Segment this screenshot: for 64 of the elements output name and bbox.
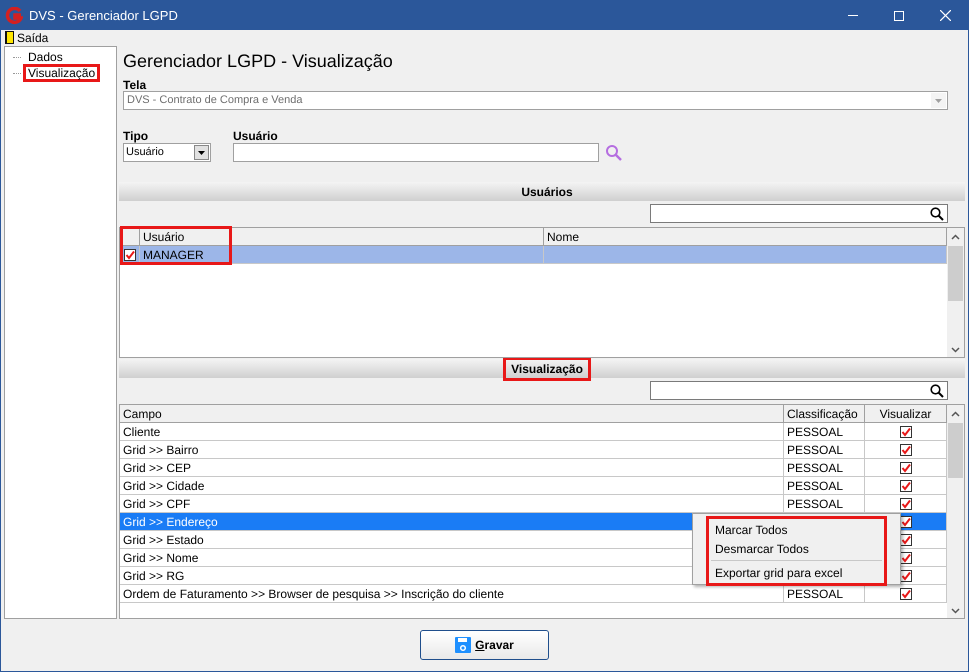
table-cell: Cliente bbox=[120, 423, 784, 440]
grid-row[interactable]: Cliente PESSOAL bbox=[120, 423, 947, 441]
scrollbar[interactable] bbox=[947, 405, 964, 618]
maximize-icon bbox=[894, 10, 904, 20]
checked-checkbox[interactable] bbox=[900, 462, 912, 474]
checked-checkbox[interactable] bbox=[900, 534, 912, 546]
search-field[interactable] bbox=[650, 381, 948, 400]
table-cell: PESSOAL bbox=[784, 495, 865, 512]
section-title: Visualização bbox=[503, 356, 591, 380]
checked-checkbox[interactable] bbox=[900, 426, 912, 438]
grid-row[interactable]: MANAGER bbox=[120, 246, 947, 264]
scroll-up-icon bbox=[951, 411, 960, 417]
table-cell: PESSOAL bbox=[784, 423, 865, 440]
table-cell: PESSOAL bbox=[784, 585, 865, 602]
dropdown-arrow-icon bbox=[198, 150, 205, 154]
table-cell: Grid >> Cidade bbox=[120, 477, 784, 494]
checked-checkbox[interactable] bbox=[900, 444, 912, 456]
checked-checkbox[interactable] bbox=[900, 552, 912, 564]
section-title: Usuários bbox=[520, 184, 574, 200]
user-input-field[interactable] bbox=[233, 143, 599, 162]
checked-checkbox[interactable] bbox=[900, 516, 912, 528]
table-cell: MANAGER bbox=[140, 246, 544, 263]
table-cell: PESSOAL bbox=[784, 459, 865, 476]
tree-item[interactable]: Dados bbox=[23, 48, 68, 66]
grid-row[interactable]: Ordem de Faturamento >> Browser de pesquisa >> Inscrição do cliente PESSOAL bbox=[120, 585, 947, 603]
scrollbar-thumb[interactable] bbox=[948, 423, 963, 478]
grid-row[interactable]: Grid >> Cidade PESSOAL bbox=[120, 477, 947, 495]
search-icon bbox=[930, 206, 944, 220]
close-icon bbox=[940, 10, 950, 21]
column-header[interactable]: Classificação bbox=[784, 405, 865, 422]
type-dropdown[interactable]: Usuário bbox=[123, 143, 211, 162]
scrollbar[interactable] bbox=[947, 228, 964, 357]
field-label: Tela bbox=[122, 77, 148, 91]
window-title: DVS - Gerenciador LGPD bbox=[29, 6, 178, 25]
column-header[interactable]: Campo bbox=[120, 405, 784, 422]
field-label: Usuário bbox=[233, 128, 279, 143]
scrollbar-thumb[interactable] bbox=[948, 246, 963, 301]
checked-checkbox[interactable] bbox=[900, 570, 912, 582]
column-header[interactable]: Usuário bbox=[140, 228, 544, 245]
grid-row[interactable]: Grid >> Bairro PESSOAL bbox=[120, 441, 947, 459]
search-field[interactable] bbox=[650, 204, 948, 223]
scroll-down-icon bbox=[951, 608, 960, 614]
table-cell: Grid >> CEP bbox=[120, 459, 784, 476]
checked-checkbox[interactable] bbox=[900, 480, 912, 492]
search-icon bbox=[930, 384, 944, 398]
tree-item[interactable]: Visualização bbox=[23, 64, 100, 82]
table-cell: Grid >> CPF bbox=[120, 495, 784, 512]
app-logo-icon bbox=[5, 6, 23, 24]
table-cell: Grid >> Bairro bbox=[120, 441, 784, 458]
table-cell: PESSOAL bbox=[784, 441, 865, 458]
minimize-icon bbox=[848, 15, 858, 16]
checked-checkbox[interactable] bbox=[124, 248, 136, 260]
grid-row[interactable]: Grid >> CEP PESSOAL bbox=[120, 459, 947, 477]
checked-checkbox[interactable] bbox=[900, 498, 912, 510]
search-icon[interactable] bbox=[605, 144, 623, 162]
door-icon bbox=[5, 31, 14, 44]
scroll-down-icon bbox=[951, 347, 960, 353]
field-label: Tipo bbox=[123, 128, 150, 143]
save-button[interactable]: Gravar bbox=[420, 630, 549, 660]
page-heading: Gerenciador LGPD - Visualização bbox=[122, 50, 394, 72]
table-cell: PESSOAL bbox=[784, 477, 865, 494]
dropdown-arrow-icon bbox=[935, 98, 942, 102]
scroll-up-icon bbox=[951, 234, 960, 240]
checked-checkbox[interactable] bbox=[900, 588, 912, 600]
